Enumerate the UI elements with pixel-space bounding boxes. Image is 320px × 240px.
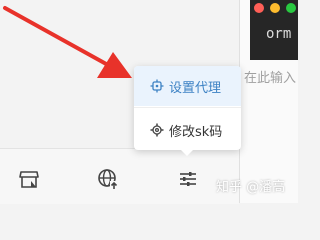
annotation-arrow (3, 6, 132, 78)
watermark: 知乎 @潘高 (216, 180, 286, 195)
